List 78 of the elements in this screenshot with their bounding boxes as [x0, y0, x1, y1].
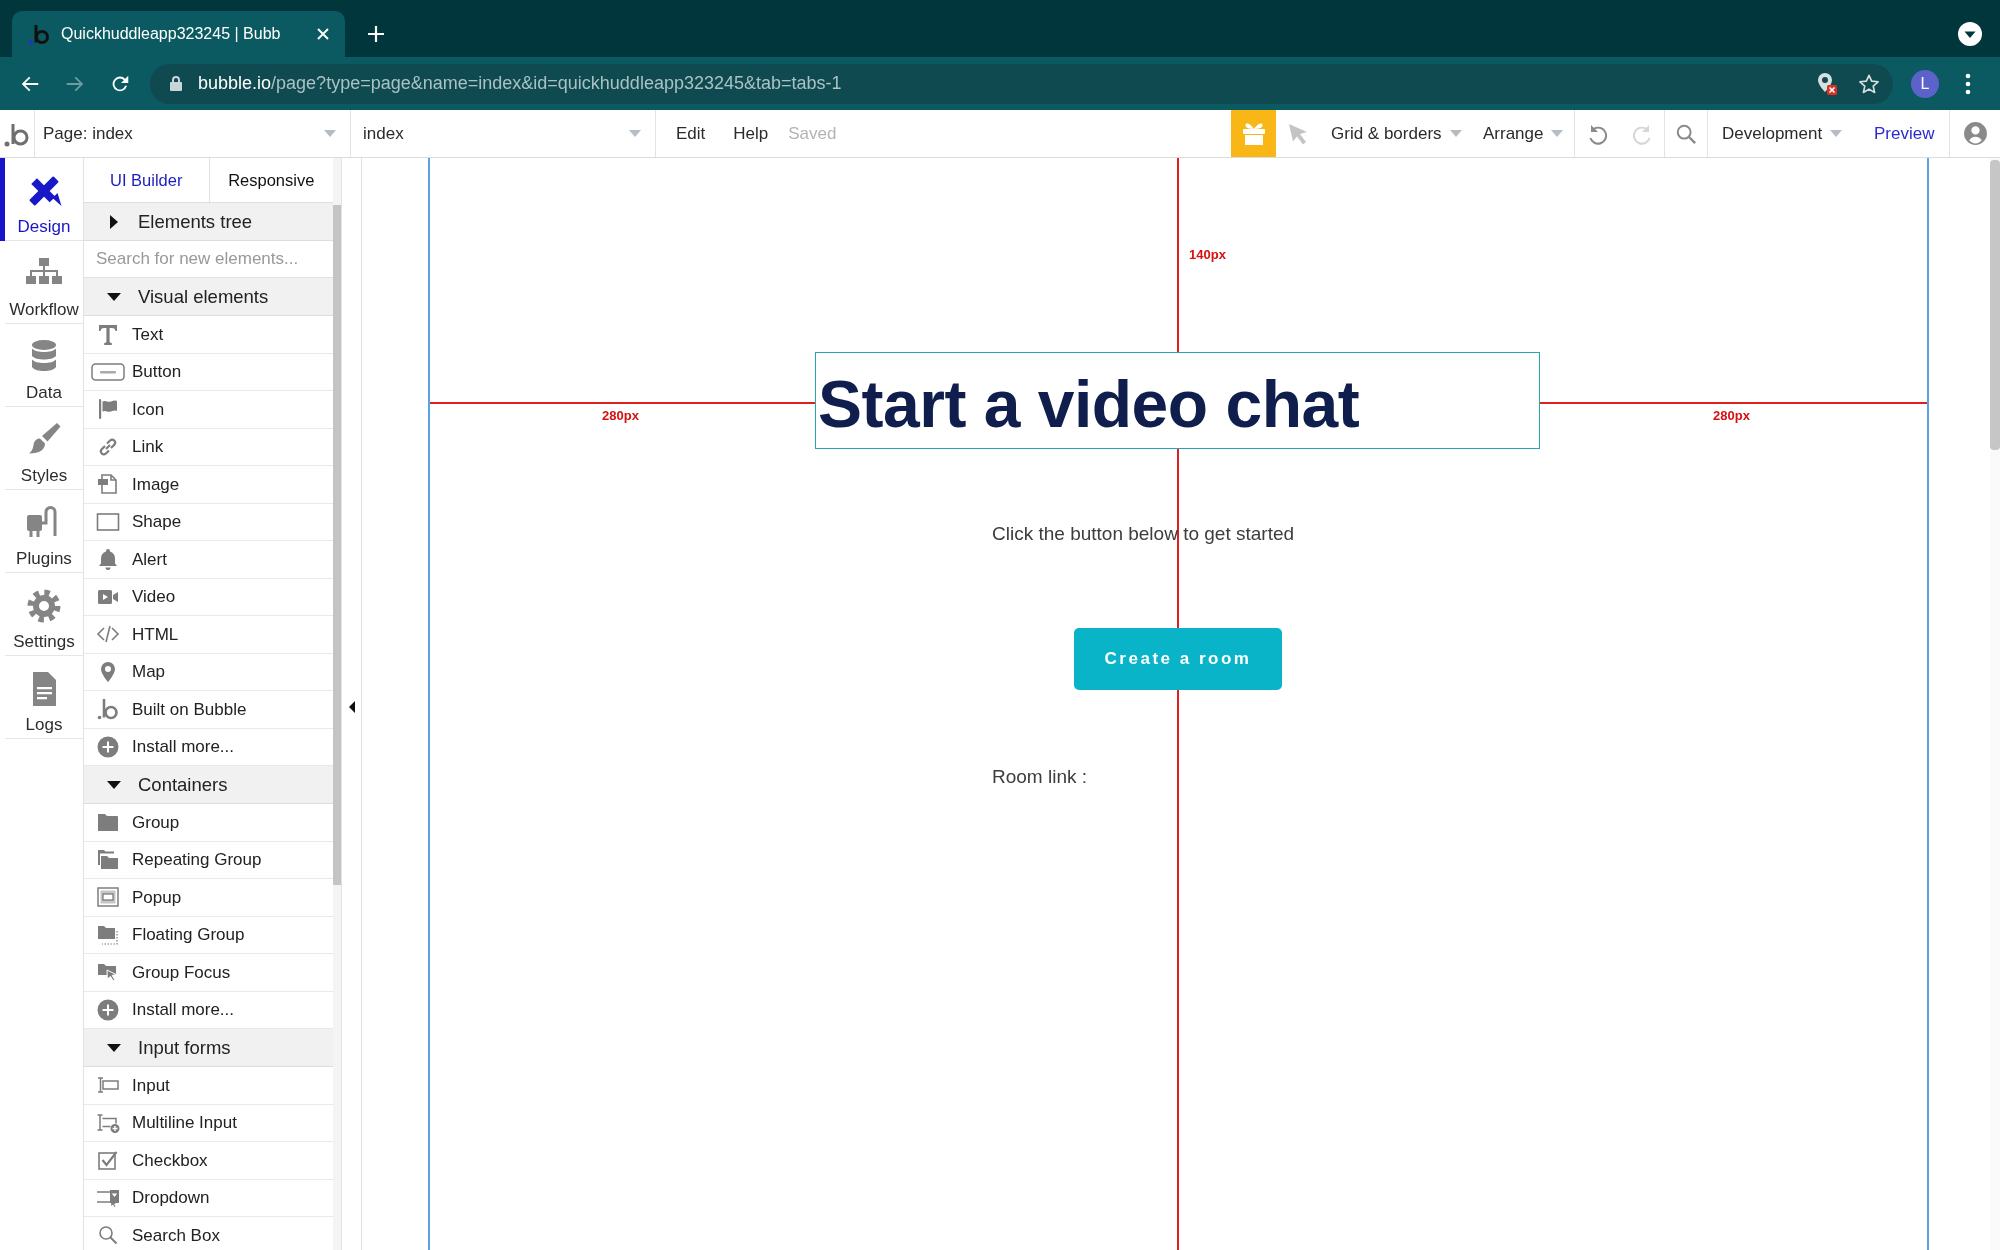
element-item[interactable]: Button	[84, 353, 333, 391]
flag-icon	[96, 397, 120, 422]
section-header[interactable]: Visual elements	[84, 278, 333, 316]
bubble-logo-icon	[28, 23, 50, 45]
element-item[interactable]: Link	[84, 428, 333, 466]
sidebar-tab[interactable]: Design	[5, 158, 83, 241]
sidebar-tab[interactable]: Styles	[5, 407, 83, 490]
letter-t-icon	[96, 322, 120, 347]
sidebar-tab[interactable]: Settings	[5, 573, 83, 656]
close-icon[interactable]	[317, 28, 329, 40]
lock-icon	[170, 76, 182, 91]
gift-icon	[1240, 121, 1267, 146]
heading-text[interactable]: Start a video chat	[818, 371, 1360, 437]
element-item[interactable]: Group Focus	[84, 954, 333, 992]
element-item[interactable]: Shape	[84, 503, 333, 541]
scrollbar-thumb[interactable]	[1990, 160, 2000, 450]
stacked-folders-icon	[96, 847, 120, 872]
caret-icon	[629, 130, 641, 137]
element-item[interactable]: Map	[84, 653, 333, 691]
element-item[interactable]: Alert	[84, 541, 333, 579]
sidebar-tab[interactable]: Data	[5, 324, 83, 407]
url-text[interactable]: bubble.io/page?type=page&name=index&id=quickhuddleapp323245&tab=tabs-1	[198, 70, 1816, 97]
collapse-arrow-icon[interactable]	[349, 701, 355, 713]
browser-tab[interactable]: Quickhuddleapp323245 | Bubb	[12, 11, 345, 57]
sidebar-tab[interactable]: Workflow	[5, 241, 83, 324]
preview-link[interactable]: Preview	[1860, 110, 1950, 157]
caret-icon	[1449, 130, 1462, 137]
popup-window-icon	[96, 885, 120, 910]
sidebar-tab[interactable]: Plugins	[5, 490, 83, 573]
menu-item[interactable]: Edit	[676, 110, 706, 157]
element-dropdown[interactable]: index	[351, 110, 656, 157]
measurement-label: 280px	[1713, 408, 1750, 424]
view-menu[interactable]: Arrange	[1483, 110, 1575, 157]
caret-icon	[1830, 130, 1843, 137]
section-header[interactable]: Input forms	[84, 1029, 333, 1067]
star-icon[interactable]	[1858, 72, 1880, 95]
element-item[interactable]: Floating Group	[84, 916, 333, 954]
caret-icon	[324, 130, 336, 137]
element-item[interactable]: Icon	[84, 391, 333, 429]
bell-icon	[96, 547, 120, 572]
section-header[interactable]: Containers	[84, 766, 333, 804]
panel-tab[interactable]: UI Builder	[84, 158, 209, 202]
element-item[interactable]: Repeating Group	[84, 841, 333, 879]
section-header[interactable]: Elements tree	[84, 203, 333, 241]
address-bar[interactable]: bubble.io/page?type=page&name=index&id=quickhuddleapp323245&tab=tabs-1	[150, 63, 1893, 104]
element-item[interactable]: Group	[84, 804, 333, 842]
measurement-label: 140px	[1189, 247, 1226, 263]
image-file-icon	[96, 472, 120, 497]
location-blocked-icon[interactable]	[1816, 71, 1838, 96]
selection-outline[interactable]: Start a video chat	[815, 352, 1540, 449]
checkbox-icon	[96, 1148, 120, 1173]
element-item[interactable]: Dropdown	[84, 1179, 333, 1217]
element-item[interactable]: Video	[84, 578, 333, 616]
plus-icon[interactable]	[367, 25, 385, 43]
element-item[interactable]: Text	[84, 316, 333, 354]
element-item[interactable]: HTML	[84, 616, 333, 654]
user-icon[interactable]	[1962, 121, 1988, 146]
element-item[interactable]: Built on Bubble	[84, 691, 333, 729]
search-icon[interactable]	[1675, 122, 1697, 145]
scrollbar-thumb[interactable]	[333, 205, 341, 885]
caret-icon	[1551, 130, 1564, 137]
view-menu[interactable]: Grid & borders	[1331, 110, 1483, 157]
element-item[interactable]: Popup	[84, 879, 333, 917]
profile-avatar[interactable]: L	[1911, 69, 1939, 98]
environment-dropdown[interactable]: Development	[1708, 110, 1860, 157]
kebab-menu-icon[interactable]	[1965, 72, 1971, 95]
element-item[interactable]: Input	[84, 1067, 333, 1105]
element-item[interactable]: Multiline Input	[84, 1104, 333, 1142]
sidebar-tab[interactable]: Logs	[5, 656, 83, 739]
button-outline-icon	[91, 362, 125, 381]
measurement-label: 280px	[602, 408, 639, 424]
bubble-logo-icon	[96, 697, 120, 722]
element-item[interactable]: Image	[84, 466, 333, 504]
element-item[interactable]: Checkbox	[84, 1142, 333, 1180]
room-link-text[interactable]: Room link :	[992, 765, 1088, 789]
save-status: Saved	[788, 122, 837, 145]
menu-item[interactable]: Help	[733, 110, 769, 157]
page-dropdown[interactable]: Page: index	[35, 110, 351, 157]
